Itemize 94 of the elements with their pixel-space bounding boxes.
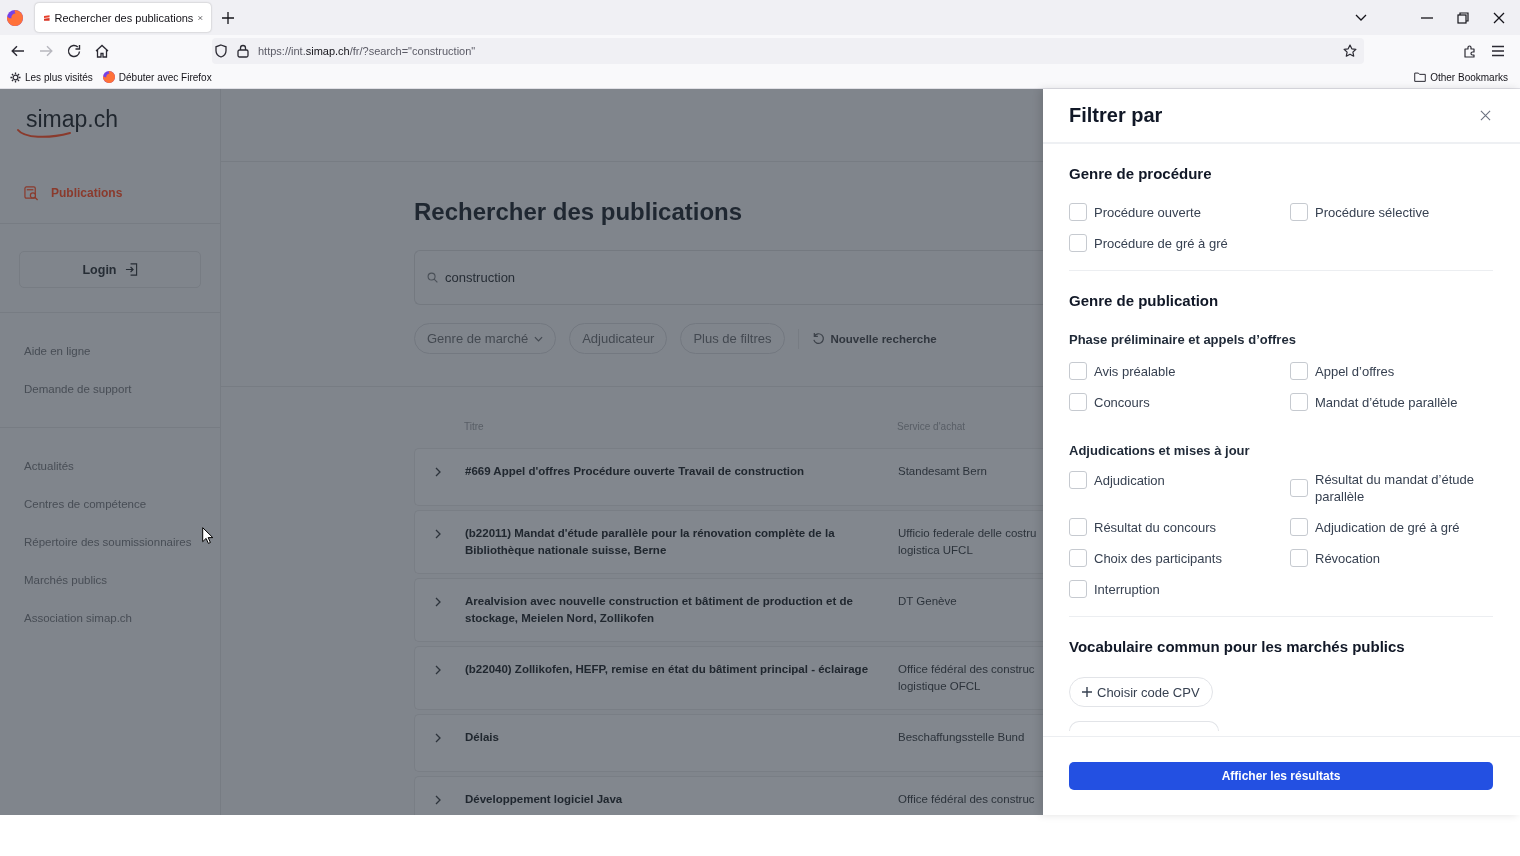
row-title: (b22040) Zollikofen, HEFP, remise en état du bâtiment principal - éclairage xyxy=(465,662,870,677)
checkbox[interactable] xyxy=(1069,518,1087,536)
checkbox[interactable] xyxy=(1290,203,1308,221)
browser-tab[interactable]: Rechercher des publications xyxy=(35,3,211,32)
shield-icon[interactable] xyxy=(215,43,227,58)
checkbox-label[interactable]: Résultat du mandat d’étude parallèle xyxy=(1315,471,1493,505)
checkbox-label[interactable]: Résultat du concours xyxy=(1094,518,1217,536)
checkbox[interactable] xyxy=(1290,393,1308,411)
checkbox[interactable] xyxy=(1069,234,1087,252)
result-row[interactable]: Développement logiciel Java Office fédéral des construc xyxy=(414,776,1043,815)
chevron-right-icon[interactable] xyxy=(435,467,441,477)
section-title: Vocabulaire commun pour les marchés publics xyxy=(1069,637,1406,657)
table-cell-text: Office fédéral des construc xyxy=(898,792,1036,807)
table-cell-text: Office fédéral des construc logistique OFCL xyxy=(898,662,1036,694)
checkbox-label[interactable]: Appel d’offres xyxy=(1315,362,1395,380)
row-title: #669 Appel d'offres Procédure ouverte Travail de construction xyxy=(465,464,806,479)
browser-logo-icon[interactable] xyxy=(7,9,23,26)
checkbox-label[interactable]: Procédure sélective xyxy=(1315,203,1430,221)
checkbox[interactable] xyxy=(1069,471,1087,489)
row-title: Délais xyxy=(465,730,500,745)
checkbox[interactable] xyxy=(1290,362,1308,380)
result-row[interactable]: Délais Beschaffungsstelle Bund xyxy=(414,714,1043,772)
checkbox[interactable] xyxy=(1290,549,1308,567)
checkbox[interactable] xyxy=(1069,580,1087,598)
search-field[interactable]: construction xyxy=(414,250,1043,305)
chevron-right-icon[interactable] xyxy=(435,529,441,539)
caret-icon xyxy=(534,335,544,342)
group-title: Phase préliminaire et appels d’offres xyxy=(1069,331,1297,349)
new-search-link[interactable]: Nouvelle recherche xyxy=(811,332,937,345)
chevron-right-icon[interactable] xyxy=(435,597,441,607)
checkbox[interactable] xyxy=(1290,518,1308,536)
folder-icon xyxy=(1414,72,1427,82)
login-button[interactable]: Login xyxy=(19,251,201,288)
checkbox-label[interactable]: Procédure ouverte xyxy=(1094,203,1201,221)
chevron-down-icon[interactable] xyxy=(1355,13,1367,22)
bookmark-folder[interactable]: Other Bookmarks xyxy=(1414,71,1508,83)
close-icon[interactable] xyxy=(1493,11,1505,24)
search-icon xyxy=(427,272,438,283)
row-title: Développement logiciel Java xyxy=(465,792,624,807)
add-code-button[interactable]: Choisir code CPV xyxy=(1069,677,1213,707)
checkbox-label[interactable]: Adjudication de gré à gré xyxy=(1315,518,1460,536)
checkbox[interactable] xyxy=(1069,549,1087,567)
checkbox-label[interactable]: Mandat d’étude parallèle xyxy=(1315,393,1458,411)
home-icon[interactable] xyxy=(95,43,109,58)
plus-icon xyxy=(1082,687,1092,697)
reset-icon xyxy=(811,332,825,345)
menu-icon[interactable] xyxy=(1491,44,1505,57)
lock-icon[interactable] xyxy=(237,43,249,58)
chevron-right-icon[interactable] xyxy=(435,665,441,675)
page-title: Rechercher des publications xyxy=(414,197,744,227)
show-results-button[interactable]: Afficher les résultats xyxy=(1069,762,1493,790)
group-title: Adjudications et mises à jour xyxy=(1069,442,1251,460)
puzzle-icon[interactable] xyxy=(1463,43,1477,58)
checkbox-label[interactable]: Procédure de gré à gré xyxy=(1094,234,1228,252)
mouse-pointer-icon xyxy=(202,527,213,544)
bookmark-item[interactable]: Débuter avec Firefox xyxy=(102,71,212,83)
browser-logo-icon xyxy=(102,71,115,83)
table-cell-text: Standesamt Bern xyxy=(898,464,988,479)
star-icon[interactable] xyxy=(1343,43,1357,58)
result-row[interactable]: (b22011) Mandat d'étude parallèle pour la rénovation complète de la Bibliothèque nationale suisse, Berne Ufficio federale delle costru logistica UFCL xyxy=(414,510,1043,574)
row-title: Arealvision avec nouvelle construction et bâtiment de production et de stockage, Meielen Nord, Zollikofen xyxy=(465,594,854,626)
table-cell-text: DT Genève xyxy=(898,594,958,609)
row-title: (b22011) Mandat d'étude parallèle pour la rénovation complète de la Bibliothèque nationale suisse, Berne xyxy=(465,526,836,558)
logo-text[interactable]: simap.ch xyxy=(26,106,119,132)
result-row[interactable]: #669 Appel d'offres Procédure ouverte Travail de construction Standesamt Bern xyxy=(414,448,1043,506)
checkbox[interactable] xyxy=(1069,393,1087,411)
chevron-right-icon[interactable] xyxy=(435,795,441,805)
section-title: Genre de publication xyxy=(1069,291,1220,311)
checkbox-label[interactable]: Concours xyxy=(1094,393,1150,411)
minimize-icon[interactable] xyxy=(1421,16,1433,19)
panel-title: Filtrer par xyxy=(1069,104,1163,127)
checkbox-label[interactable]: Adjudication xyxy=(1094,471,1165,489)
reload-icon[interactable] xyxy=(67,43,81,58)
result-row[interactable]: Arealvision avec nouvelle construction et bâtiment de production et de stockage, Meielen Nord, Zollikofen DT Genève xyxy=(414,578,1043,642)
login-icon xyxy=(124,263,138,276)
checkbox-label[interactable]: Avis préalable xyxy=(1094,362,1176,380)
result-row[interactable]: (b22040) Zollikofen, HEFP, remise en état du bâtiment principal - éclairage Office fédéral des construc logistique OFCL xyxy=(414,646,1043,710)
gear-icon xyxy=(10,71,21,83)
bookmark-item[interactable]: Les plus visités xyxy=(10,71,93,83)
plus-icon[interactable] xyxy=(222,11,234,24)
section-title: Genre de procédure xyxy=(1069,164,1213,184)
checkbox[interactable] xyxy=(1069,362,1087,380)
checkbox[interactable] xyxy=(1290,479,1308,497)
document-search-icon xyxy=(24,185,39,201)
back-arrow-icon[interactable] xyxy=(11,44,25,57)
url-field[interactable]: https://int.simap.ch/fr/?search="construction" xyxy=(212,37,1364,64)
checkbox-label[interactable]: Choix des participants xyxy=(1094,549,1222,567)
restore-icon[interactable] xyxy=(1457,11,1469,24)
chevron-right-icon[interactable] xyxy=(435,733,441,743)
table-cell-text: Ufficio federale delle costru logistica UFCL xyxy=(898,526,1038,558)
checkbox-label[interactable]: Interruption xyxy=(1094,580,1160,598)
checkbox[interactable] xyxy=(1069,203,1087,221)
checkbox-label[interactable]: Révocation xyxy=(1315,549,1381,567)
table-cell-text: Beschaffungsstelle Bund xyxy=(898,730,1026,745)
